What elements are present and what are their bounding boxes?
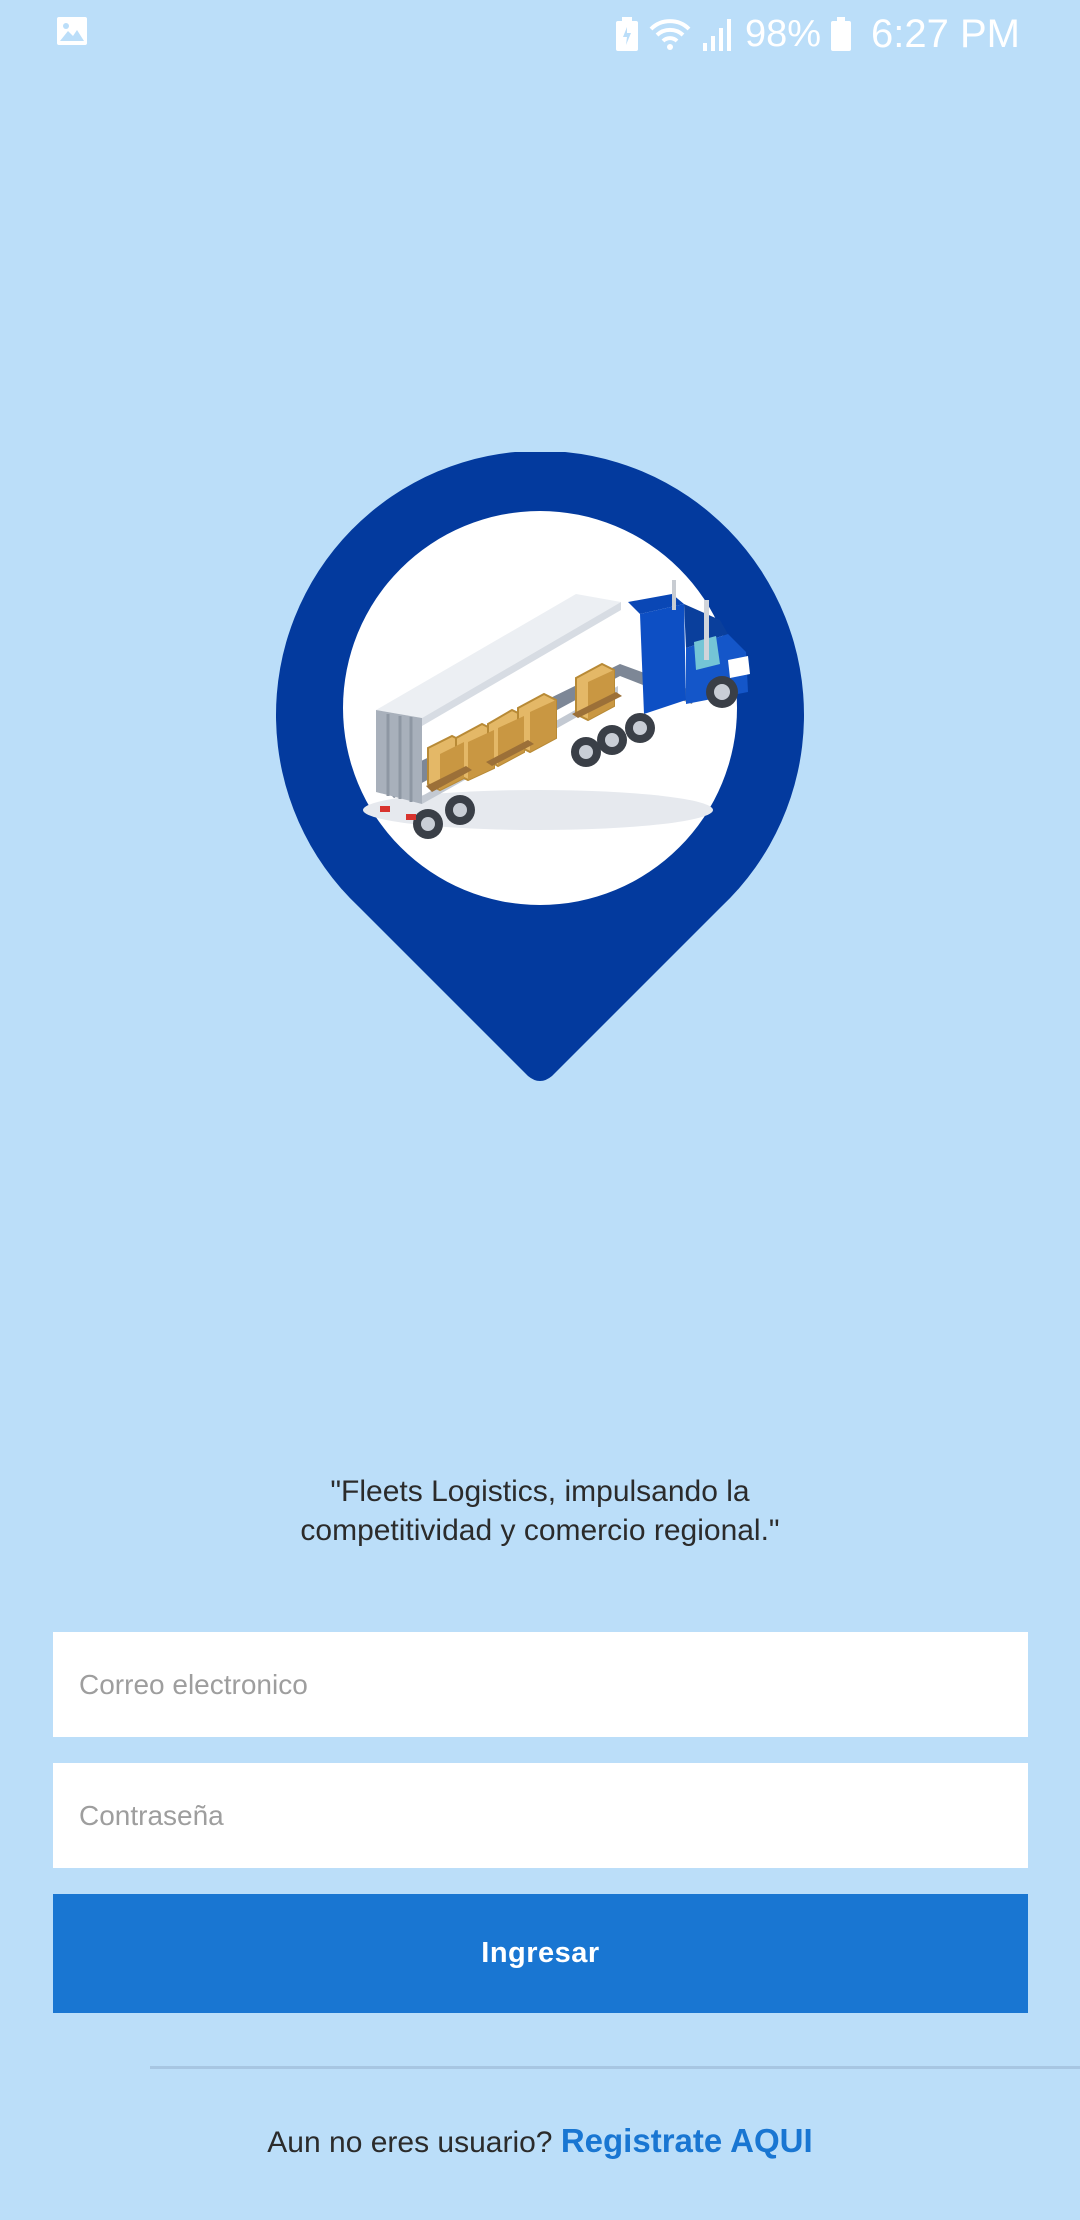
- email-field[interactable]: [53, 1632, 1028, 1737]
- battery-icon: [831, 17, 852, 51]
- register-prompt-text: Aun no eres usuario?: [267, 2126, 553, 2159]
- login-screen: 98% 6:27 PM "Fleets Logistics, impulsand…: [0, 0, 1080, 2220]
- divider: [150, 2066, 1080, 2069]
- login-button-label: Ingresar: [481, 1937, 600, 1969]
- map-pin-icon: [276, 452, 804, 1081]
- password-field[interactable]: [53, 1763, 1028, 1868]
- slogan: "Fleets Logistics, impulsando la competi…: [140, 1472, 940, 1550]
- slogan-line-2: competitividad y comercio regional.": [300, 1514, 780, 1547]
- register-prompt: Aun no eres usuario? Registrate AQUI: [0, 2122, 1080, 2160]
- clock: 6:27 PM: [871, 11, 1020, 56]
- slogan-line-1: "Fleets Logistics, impulsando la: [330, 1475, 750, 1508]
- login-button[interactable]: Ingresar: [53, 1894, 1028, 2013]
- status-bar: 98% 6:27 PM: [0, 0, 1080, 66]
- register-link[interactable]: Registrate AQUI: [561, 2122, 813, 2159]
- wifi-icon: [649, 19, 691, 50]
- signal-icon: [702, 19, 731, 51]
- battery-percent: 98%: [744, 12, 822, 55]
- gallery-icon: [57, 17, 87, 45]
- battery-saver-icon: [615, 17, 638, 51]
